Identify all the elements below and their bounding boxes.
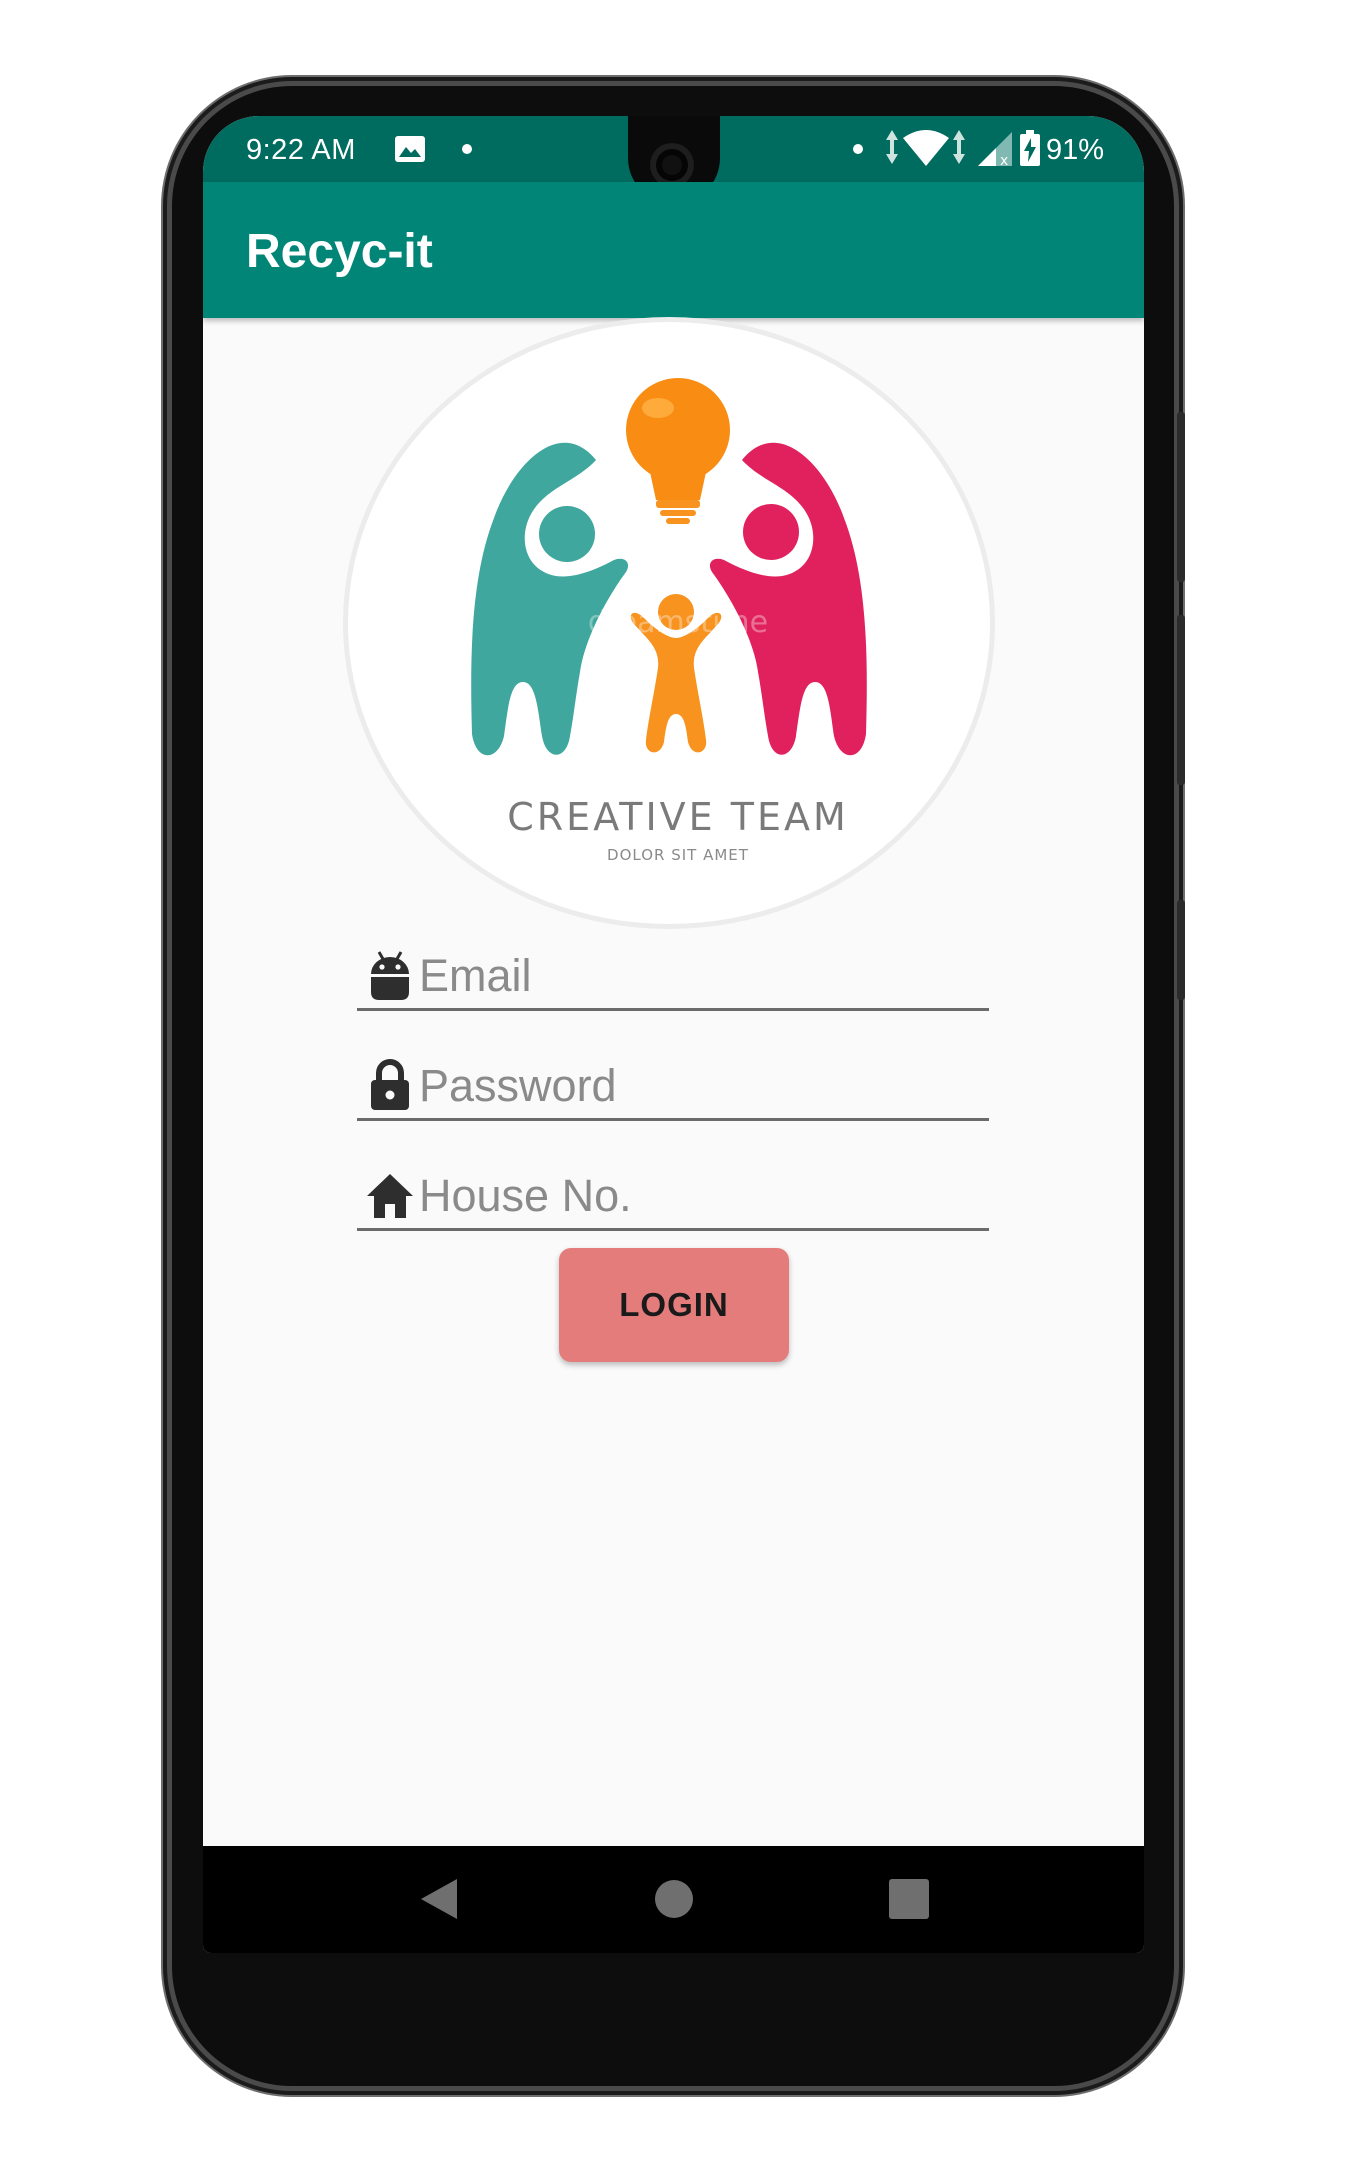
battery-percent: 91%	[1046, 134, 1105, 166]
status-bar: 9:22 AM x 91%	[203, 116, 1144, 204]
app-title: Recyc-it	[246, 225, 433, 278]
volume-button	[1177, 615, 1185, 785]
home-nav-icon	[655, 1880, 693, 1918]
notification-dot-icon-right	[853, 144, 863, 154]
teal-head	[539, 506, 595, 562]
power-button	[1177, 412, 1185, 582]
logo-title: CREATIVE TEAM	[507, 795, 849, 839]
email-input[interactable]	[419, 948, 979, 1004]
app-bar: Recyc-it	[203, 182, 1144, 318]
password-field[interactable]	[357, 1054, 989, 1121]
android-icon	[371, 951, 409, 1000]
bulb-glass	[626, 378, 730, 482]
recents-icon	[889, 1879, 929, 1919]
side-key	[1177, 900, 1185, 1000]
recents-button[interactable]	[849, 1846, 969, 1953]
logo-subtitle: DOLOR SIT AMET	[607, 846, 749, 864]
house-number-field[interactable]	[357, 1164, 989, 1231]
wifi-icon	[903, 130, 949, 166]
creative-team-logo: dreamstime CREATIVE TEAM DOLOR SIT AMET	[471, 378, 867, 864]
home-button[interactable]	[614, 1846, 734, 1953]
signal-icon: x	[978, 132, 1012, 166]
house-number-input[interactable]	[419, 1168, 979, 1224]
teal-figure	[471, 442, 629, 756]
navigation-bar	[203, 1846, 1144, 1953]
status-time: 9:22 AM	[246, 134, 356, 166]
back-icon	[421, 1879, 457, 1919]
stage: 9:22 AM x 91% Recyc-it dreamstime CREATI…	[0, 0, 1353, 2168]
battery-charging-icon	[1020, 130, 1040, 166]
pink-head	[743, 504, 799, 560]
email-field[interactable]	[357, 944, 989, 1011]
data-arrows-icon	[886, 130, 898, 164]
image-icon	[395, 136, 425, 162]
home-icon	[367, 1174, 413, 1218]
phone-screen: 9:22 AM x 91% Recyc-it dreamstime CREATI…	[203, 116, 1144, 1953]
pink-figure	[709, 442, 867, 756]
password-input[interactable]	[419, 1058, 979, 1114]
login-button[interactable]: LOGIN	[559, 1248, 789, 1362]
lock-icon	[371, 1059, 409, 1110]
data-arrows-icon-2	[953, 130, 965, 164]
svg-text:x: x	[1000, 153, 1008, 166]
notification-dot-icon	[462, 144, 472, 154]
back-button[interactable]	[377, 1846, 497, 1953]
front-camera	[650, 143, 694, 187]
bulb-base	[656, 500, 700, 508]
logo-watermark: dreamstime	[588, 605, 768, 640]
